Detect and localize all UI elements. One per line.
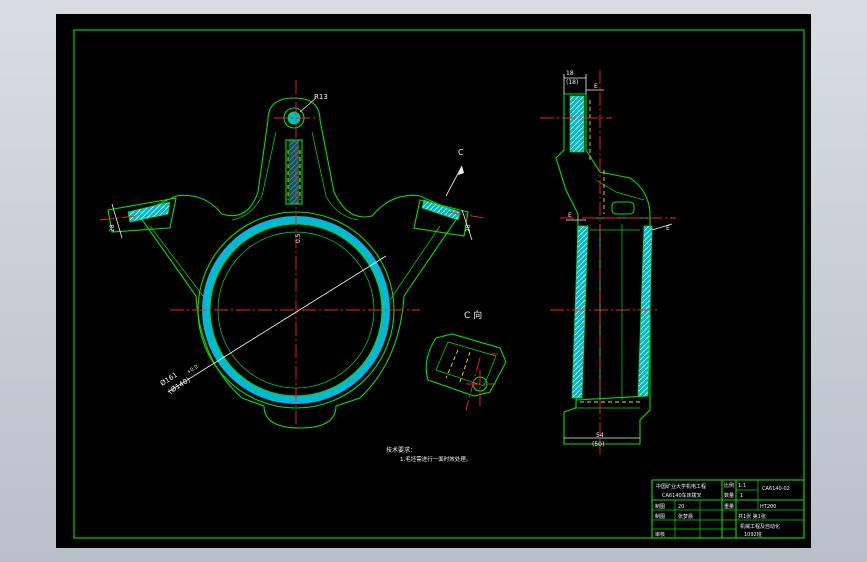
drawing-canvas: Ø161 (Ø140) +0.0 R13 0.5 28 28 C C 向 18 … [56,14,811,548]
dim-boss-radius: R13 [314,93,328,101]
section-mark-top: E [594,83,598,90]
tb-drawing-no: CA6140-02 [762,486,790,492]
dim-left-tab: 28 [109,224,116,232]
tb-sheet: 共1张 第1张 [738,513,766,520]
tb-scale-label: 比例 [724,482,734,489]
tb-qty-label: 数量 [724,492,734,499]
view-arrow-label: C [458,148,464,157]
section-mark-right: E [666,225,670,232]
tb-class-no: 1092班 [744,531,762,538]
section-mark-left: E [568,212,572,219]
tb-check-label: 审核 [655,531,665,538]
tb-school: 中国矿业大学机电工程 [656,483,706,490]
tb-draw-label: 制图 [655,503,665,510]
tb-qty-value: 1 [740,493,743,499]
tb-weight-label: 重量 [724,503,734,510]
side-stem-section [569,95,585,153]
notes-heading: 技术要求： [386,446,416,454]
dim-bottom-width-ref: (50) [592,441,604,448]
tb-material: HT200 [760,504,776,510]
dim-top-width: 18 [566,70,574,77]
cad-viewport: Ø161 (Ø140) +0.0 R13 0.5 28 28 C C 向 18 … [0,0,867,562]
drawing-sheet [56,14,811,548]
c-view-title: C 向 [464,309,482,321]
tb-class-name: 机械工程及自动化 [740,523,780,530]
dim-right-tab: 28 [465,224,472,232]
tb-designer-label: 制图 [655,513,665,520]
dim-bottom-width: 54 [596,432,604,439]
notes-line1: 1.毛坯需进行一面时效处理。 [400,455,471,463]
tb-designer: 张梦晨 [678,513,693,520]
tb-scale-value: 1:1 [738,483,746,489]
tb-part-name: CA6140车床拨叉 [662,492,702,499]
dim-top-width-ref: (18) [566,79,578,86]
dim-offset: 0.5 [295,233,302,243]
tb-drawn: 20 [678,504,684,510]
